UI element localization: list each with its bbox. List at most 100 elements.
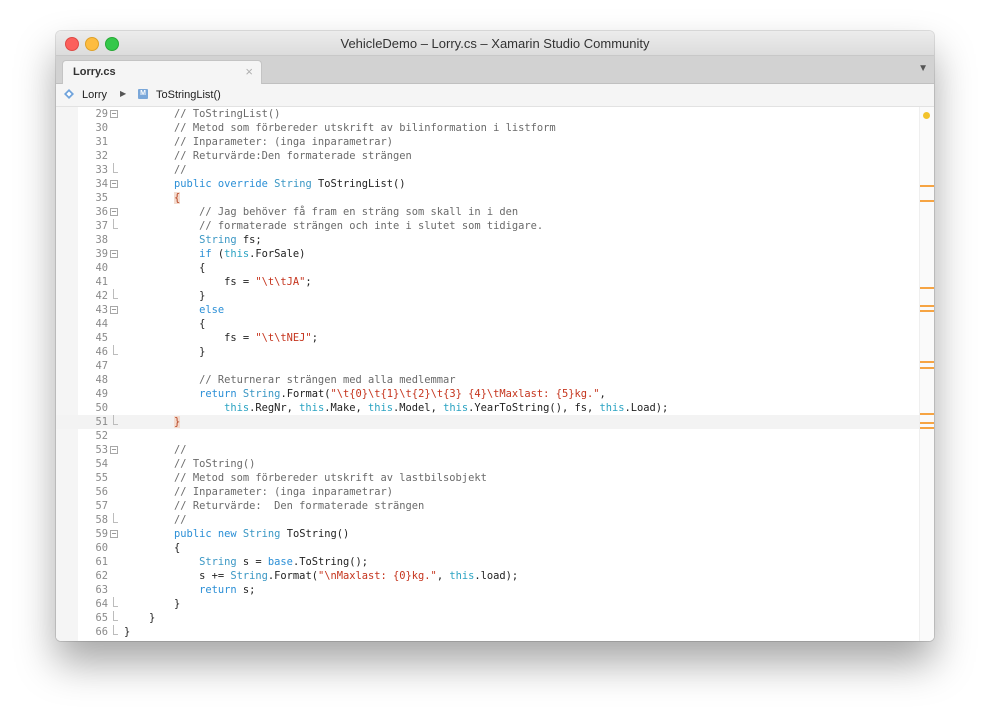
line-number: 61 <box>95 556 108 568</box>
code-token: fs = <box>124 276 256 288</box>
code-line[interactable]: 54 // ToString() <box>56 457 920 471</box>
code-token: fs; <box>236 234 262 246</box>
code-line[interactable]: 38 String fs; <box>56 233 920 247</box>
fold-end-marker <box>113 345 118 355</box>
code-text: // Returvärde: Den formaterade strängen <box>124 499 424 513</box>
code-text: fs = "\t\tNEJ"; <box>124 331 318 345</box>
code-line[interactable]: 36− // Jag behöver få fram en sträng som… <box>56 205 920 219</box>
breadcrumb-class[interactable]: Lorry <box>82 89 107 101</box>
code-text: // Inparameter: (inga inparametrar) <box>124 135 393 149</box>
code-line[interactable]: 49 return String.Format("\t{0}\t{1}\t{2}… <box>56 387 920 401</box>
fold-end-marker <box>113 415 118 425</box>
code-line[interactable]: 45 fs = "\t\tNEJ"; <box>56 331 920 345</box>
code-line[interactable]: 57 // Returvärde: Den formaterade sträng… <box>56 499 920 513</box>
code-line[interactable]: 39− if (this.ForSale) <box>56 247 920 261</box>
editor-scrollbar[interactable] <box>919 107 934 641</box>
line-number: 55 <box>95 472 108 484</box>
line-number: 50 <box>95 402 108 414</box>
code-line[interactable]: 50 this.RegNr, this.Make, this.Model, th… <box>56 401 920 415</box>
line-number: 52 <box>95 430 108 442</box>
code-line[interactable]: 63 return s; <box>56 583 920 597</box>
fold-toggle-icon[interactable]: − <box>110 110 118 118</box>
code-line[interactable]: 34− public override String ToStringList(… <box>56 177 920 191</box>
code-line[interactable]: 60 { <box>56 541 920 555</box>
tab-bar: Lorry.cs × ▼ <box>56 56 934 85</box>
code-text: // ToStringList() <box>124 107 280 121</box>
code-line[interactable]: 37 // formaterade strängen och inte i sl… <box>56 219 920 233</box>
code-token: public <box>174 178 212 190</box>
code-token: String <box>199 234 237 246</box>
fold-toggle-icon[interactable]: − <box>110 446 118 454</box>
fold-toggle-icon[interactable]: − <box>110 306 118 314</box>
code-text: } <box>124 597 180 611</box>
line-number: 46 <box>95 346 108 358</box>
code-line[interactable]: 47 <box>56 359 920 373</box>
code-line[interactable]: 66} <box>56 625 920 639</box>
code-line[interactable]: 41 fs = "\t\tJA"; <box>56 275 920 289</box>
code-token: { <box>174 192 181 204</box>
code-token: s = <box>236 556 268 568</box>
code-token: return <box>199 584 237 596</box>
code-token: ToString() <box>280 528 350 540</box>
code-token: .Format( <box>267 570 318 582</box>
close-icon[interactable]: × <box>245 64 253 79</box>
code-line[interactable]: 59− public new String ToString() <box>56 527 920 541</box>
code-line[interactable]: 56 // Inparameter: (inga inparametrar) <box>56 485 920 499</box>
code-line[interactable]: 46 } <box>56 345 920 359</box>
code-line[interactable]: 65 } <box>56 611 920 625</box>
code-token: // ToString() <box>174 458 256 470</box>
code-token: // Returvärde: Den formaterade strängen <box>174 500 425 512</box>
code-token: ( <box>211 248 225 260</box>
code-line[interactable]: 51 } <box>56 415 920 429</box>
code-text: return s; <box>124 583 255 597</box>
code-line[interactable]: 33 // <box>56 163 920 177</box>
tab-lorry-cs[interactable]: Lorry.cs × <box>62 60 262 85</box>
code-lines: 29− // ToStringList() 30 // Metod som för… <box>56 107 920 639</box>
code-line[interactable]: 55 // Metod som förbereder utskrift av l… <box>56 471 920 485</box>
code-line[interactable]: 40 { <box>56 261 920 275</box>
code-line[interactable]: 52 <box>56 429 920 443</box>
code-line[interactable]: 29− // ToStringList() <box>56 107 920 121</box>
code-line[interactable]: 48 // Returnerar strängen med alla medle… <box>56 373 920 387</box>
warning-dot-icon <box>923 112 930 119</box>
window-title: VehicleDemo – Lorry.cs – Xamarin Studio … <box>340 36 650 51</box>
code-token: } <box>124 290 206 302</box>
fold-end-marker <box>113 625 118 635</box>
code-token: String <box>230 570 268 582</box>
code-token: this <box>224 402 250 414</box>
code-line[interactable]: 42 } <box>56 289 920 303</box>
code-line[interactable]: 62 s += String.Format("\nMaxlast: {0}kg.… <box>56 569 920 583</box>
chevron-down-icon[interactable]: ▼ <box>918 63 928 74</box>
line-number: 64 <box>95 598 108 610</box>
line-number: 63 <box>95 584 108 596</box>
code-text: // Returnerar strängen med alla medlemma… <box>124 373 455 387</box>
fold-toggle-icon[interactable]: − <box>110 208 118 216</box>
code-token: // ToStringList() <box>174 108 281 120</box>
code-line[interactable]: 35 { <box>56 191 920 205</box>
breadcrumb-method[interactable]: ToStringList() <box>156 89 221 101</box>
code-line[interactable]: 31 // Inparameter: (inga inparametrar) <box>56 135 920 149</box>
fold-toggle-icon[interactable]: − <box>110 180 118 188</box>
code-text: return String.Format("\t{0}\t{1}\t{2}\t{… <box>124 387 606 401</box>
code-line[interactable]: 32 // Returvärde:Den formaterade stränge… <box>56 149 920 163</box>
code-line[interactable]: 61 String s = base.ToString(); <box>56 555 920 569</box>
code-token: this <box>224 248 250 260</box>
code-line[interactable]: 64 } <box>56 597 920 611</box>
fold-end-marker <box>113 163 118 173</box>
code-line[interactable]: 30 // Metod som förbereder utskrift av b… <box>56 121 920 135</box>
code-text: } <box>124 415 181 429</box>
code-line[interactable]: 43− else <box>56 303 920 317</box>
fold-toggle-icon[interactable]: − <box>110 530 118 538</box>
line-number: 38 <box>95 234 108 246</box>
code-line[interactable]: 44 { <box>56 317 920 331</box>
scrollbar-marker <box>920 185 934 187</box>
line-number: 41 <box>95 276 108 288</box>
code-editor[interactable]: 29− // ToStringList() 30 // Metod som för… <box>56 107 934 641</box>
code-line[interactable]: 53− // <box>56 443 920 457</box>
fold-toggle-icon[interactable]: − <box>110 250 118 258</box>
code-line[interactable]: 58 // <box>56 513 920 527</box>
